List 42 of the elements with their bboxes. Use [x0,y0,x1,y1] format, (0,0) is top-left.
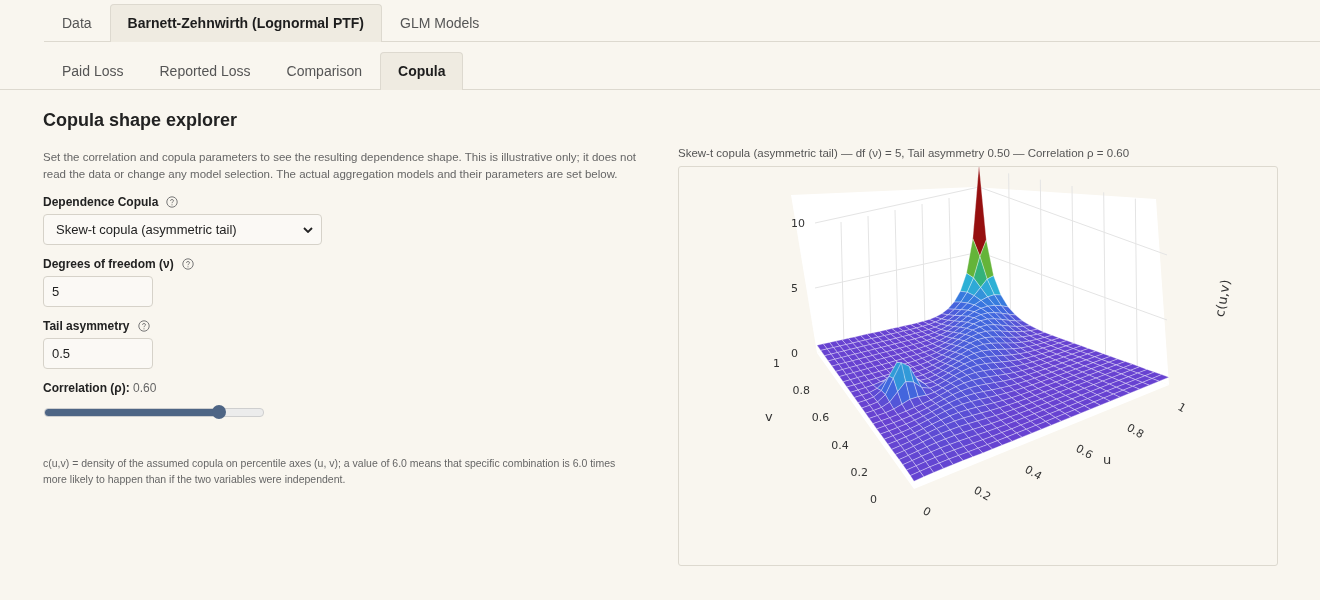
axis-tick-label: 0.6 [811,411,830,425]
axis-tick-label: 0.4 [831,438,849,452]
plot-title: Skew-t copula (asymmetric tail) — df (ν) = 5, Tail asymmetry 0.50 — Correlation ρ = 0.60 [678,147,1131,159]
tab[interactable]: Data [44,4,110,42]
intro-text: Set the correlation and copula parameters to see the resulting dependence shape. This is illustrative only; it does not read the data or change any model selection. The actual aggregation models and their parameters are set below. [43,150,638,182]
footnote-text: c(u,v) = density of the assumed copula on percentile axes (u, v); a value of 6.0 means that specific combination is 6.0 times more likely to happen than if the two variables were independent. [43,456,617,487]
axis-tick-label: 0.2 [850,465,869,479]
tab[interactable]: Barnett-Zehnwirth (Lognormal PTF) [109,4,382,42]
tab[interactable]: Comparison [268,52,381,90]
help-icon[interactable] [166,196,179,208]
tab[interactable]: Paid Loss [44,52,142,90]
copula-dropdown[interactable]: Skew-t copula (asymmetric tail) [43,214,322,245]
axis-tick-label: 0.6 [1073,441,1096,462]
axis-tick-label: 10 [791,217,805,230]
slider-thumb[interactable] [212,405,227,419]
axis-tick-label: 0 [920,504,934,520]
field-label: Tail asymmetry [43,319,130,333]
axis-tick-label: 1 [773,357,780,370]
help-icon[interactable] [137,320,150,332]
slider-label: Correlation (ρ): 0.60 [43,381,157,395]
tab[interactable]: Reported Loss [141,52,269,90]
axis-tick-label: 0.2 [971,483,994,504]
axis-title: v [765,409,773,424]
axis-tick-label: 1 [1175,400,1189,416]
axis-tick-label: 0 [870,493,877,506]
axis-tick-label: 0.4 [1022,462,1045,483]
axis-tick-label: 5 [791,282,798,295]
chevron-icon [303,226,313,233]
section-heading: Copula shape explorer [43,110,239,131]
field-label: Dependence Copula [43,195,159,209]
axis-tick-label: 0 [791,347,798,360]
axis-tick-label: 0.8 [792,384,810,398]
tab[interactable]: Copula [380,52,464,90]
field-label: Degrees of freedom (ν) [43,257,174,271]
axis-title: c(u,v) [1211,278,1234,318]
tab[interactable]: GLM Models [382,4,498,42]
number-field[interactable]: 5 [43,276,153,307]
axis-tick-label: 0.8 [1124,421,1147,442]
number-field[interactable]: 0.5 [43,338,153,369]
help-icon[interactable] [181,258,194,270]
correlation-slider[interactable] [44,408,264,417]
axis-title: u [1103,452,1112,467]
